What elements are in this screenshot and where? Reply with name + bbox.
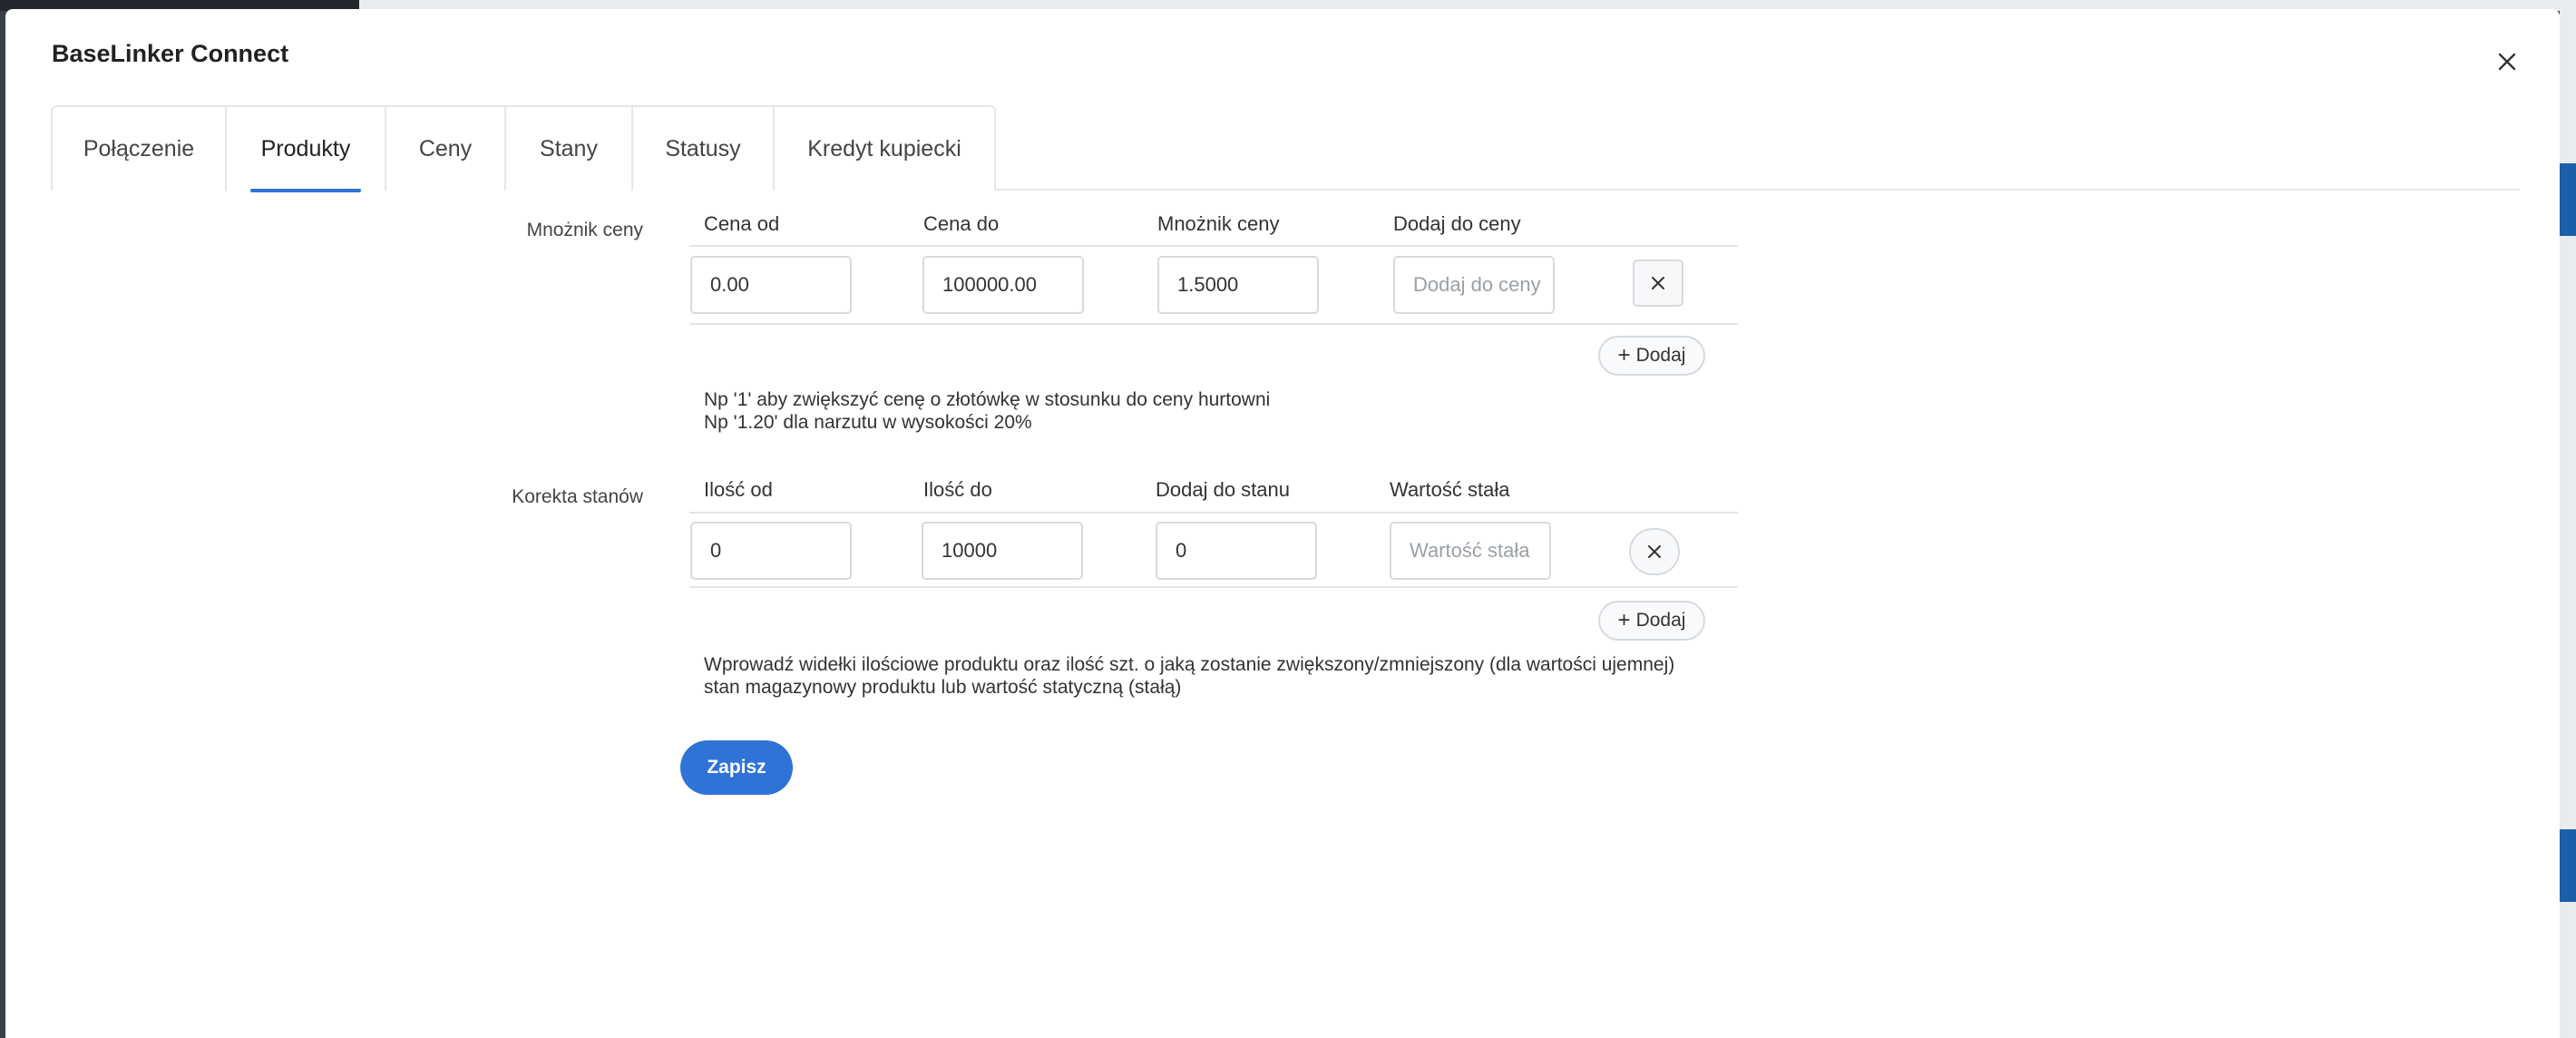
- add-to-stock-input[interactable]: 0: [1156, 522, 1317, 580]
- background-accent: [2560, 829, 2576, 902]
- qty-to-input[interactable]: 10000: [922, 522, 1083, 580]
- remove-row-button[interactable]: [1629, 528, 1680, 575]
- save-button[interactable]: Zapisz: [680, 740, 793, 795]
- modal-title: BaseLinker Connect: [52, 40, 289, 67]
- close-button[interactable]: [2491, 45, 2523, 78]
- plus-icon: +: [1617, 608, 1631, 632]
- fixed-value-input[interactable]: Wartość stała: [1390, 522, 1551, 580]
- col-multiplier: Mnożnik ceny: [1157, 212, 1280, 235]
- price-multiplier-label: Mnożnik ceny: [526, 220, 643, 240]
- tab-merchant-credit[interactable]: Kredyt kupiecki: [775, 107, 994, 191]
- plus-icon: +: [1617, 343, 1631, 367]
- close-icon: [1652, 277, 1664, 289]
- qty-from-input[interactable]: 0: [690, 522, 852, 580]
- divider: [689, 323, 1738, 325]
- divider: [689, 586, 1738, 588]
- background-accent: [2560, 163, 2576, 236]
- close-icon: [2498, 53, 2516, 71]
- add-stock-row-button[interactable]: + Dodaj: [1598, 601, 1705, 641]
- multiplier-input[interactable]: 1.5000: [1157, 256, 1319, 314]
- col-price-to: Cena do: [923, 212, 1000, 235]
- price-hint: Np '1' aby zwiększyć cenę o złotówkę w s…: [704, 389, 1271, 433]
- price-to-input[interactable]: 100000.00: [922, 256, 1084, 314]
- col-qty-to: Ilość do: [923, 478, 992, 501]
- divider: [689, 512, 1738, 514]
- modal-dialog: BaseLinker Connect Połączenie Produkty C…: [5, 9, 2560, 1038]
- tab-prices[interactable]: Ceny: [386, 107, 506, 191]
- col-fixed-value: Wartość stała: [1390, 478, 1510, 501]
- stock-correction-label: Korekta stanów: [512, 486, 643, 507]
- close-icon: [1648, 545, 1661, 558]
- tab-statuses[interactable]: Statusy: [633, 107, 775, 191]
- col-qty-from: Ilość od: [704, 478, 773, 501]
- col-add-to-price: Dodaj do ceny: [1393, 212, 1521, 235]
- add-price-row-button[interactable]: + Dodaj: [1598, 336, 1705, 376]
- tab-list: Połączenie Produkty Ceny Stany Statusy K…: [51, 105, 996, 192]
- tab-connection[interactable]: Połączenie: [53, 107, 227, 191]
- tab-products[interactable]: Produkty: [227, 107, 386, 192]
- stock-hint: Wprowadź widełki ilościowe produktu oraz…: [704, 654, 1675, 698]
- remove-row-button[interactable]: [1633, 260, 1683, 307]
- add-to-price-input[interactable]: Dodaj do ceny: [1393, 256, 1555, 314]
- col-price-from: Cena od: [704, 212, 780, 235]
- divider: [689, 245, 1738, 247]
- col-add-to-stock: Dodaj do stanu: [1156, 478, 1290, 501]
- price-from-input[interactable]: 0.00: [690, 256, 852, 314]
- tab-stock[interactable]: Stany: [506, 107, 633, 191]
- tab-bar: Połączenie Produkty Ceny Stany Statusy K…: [51, 105, 2520, 192]
